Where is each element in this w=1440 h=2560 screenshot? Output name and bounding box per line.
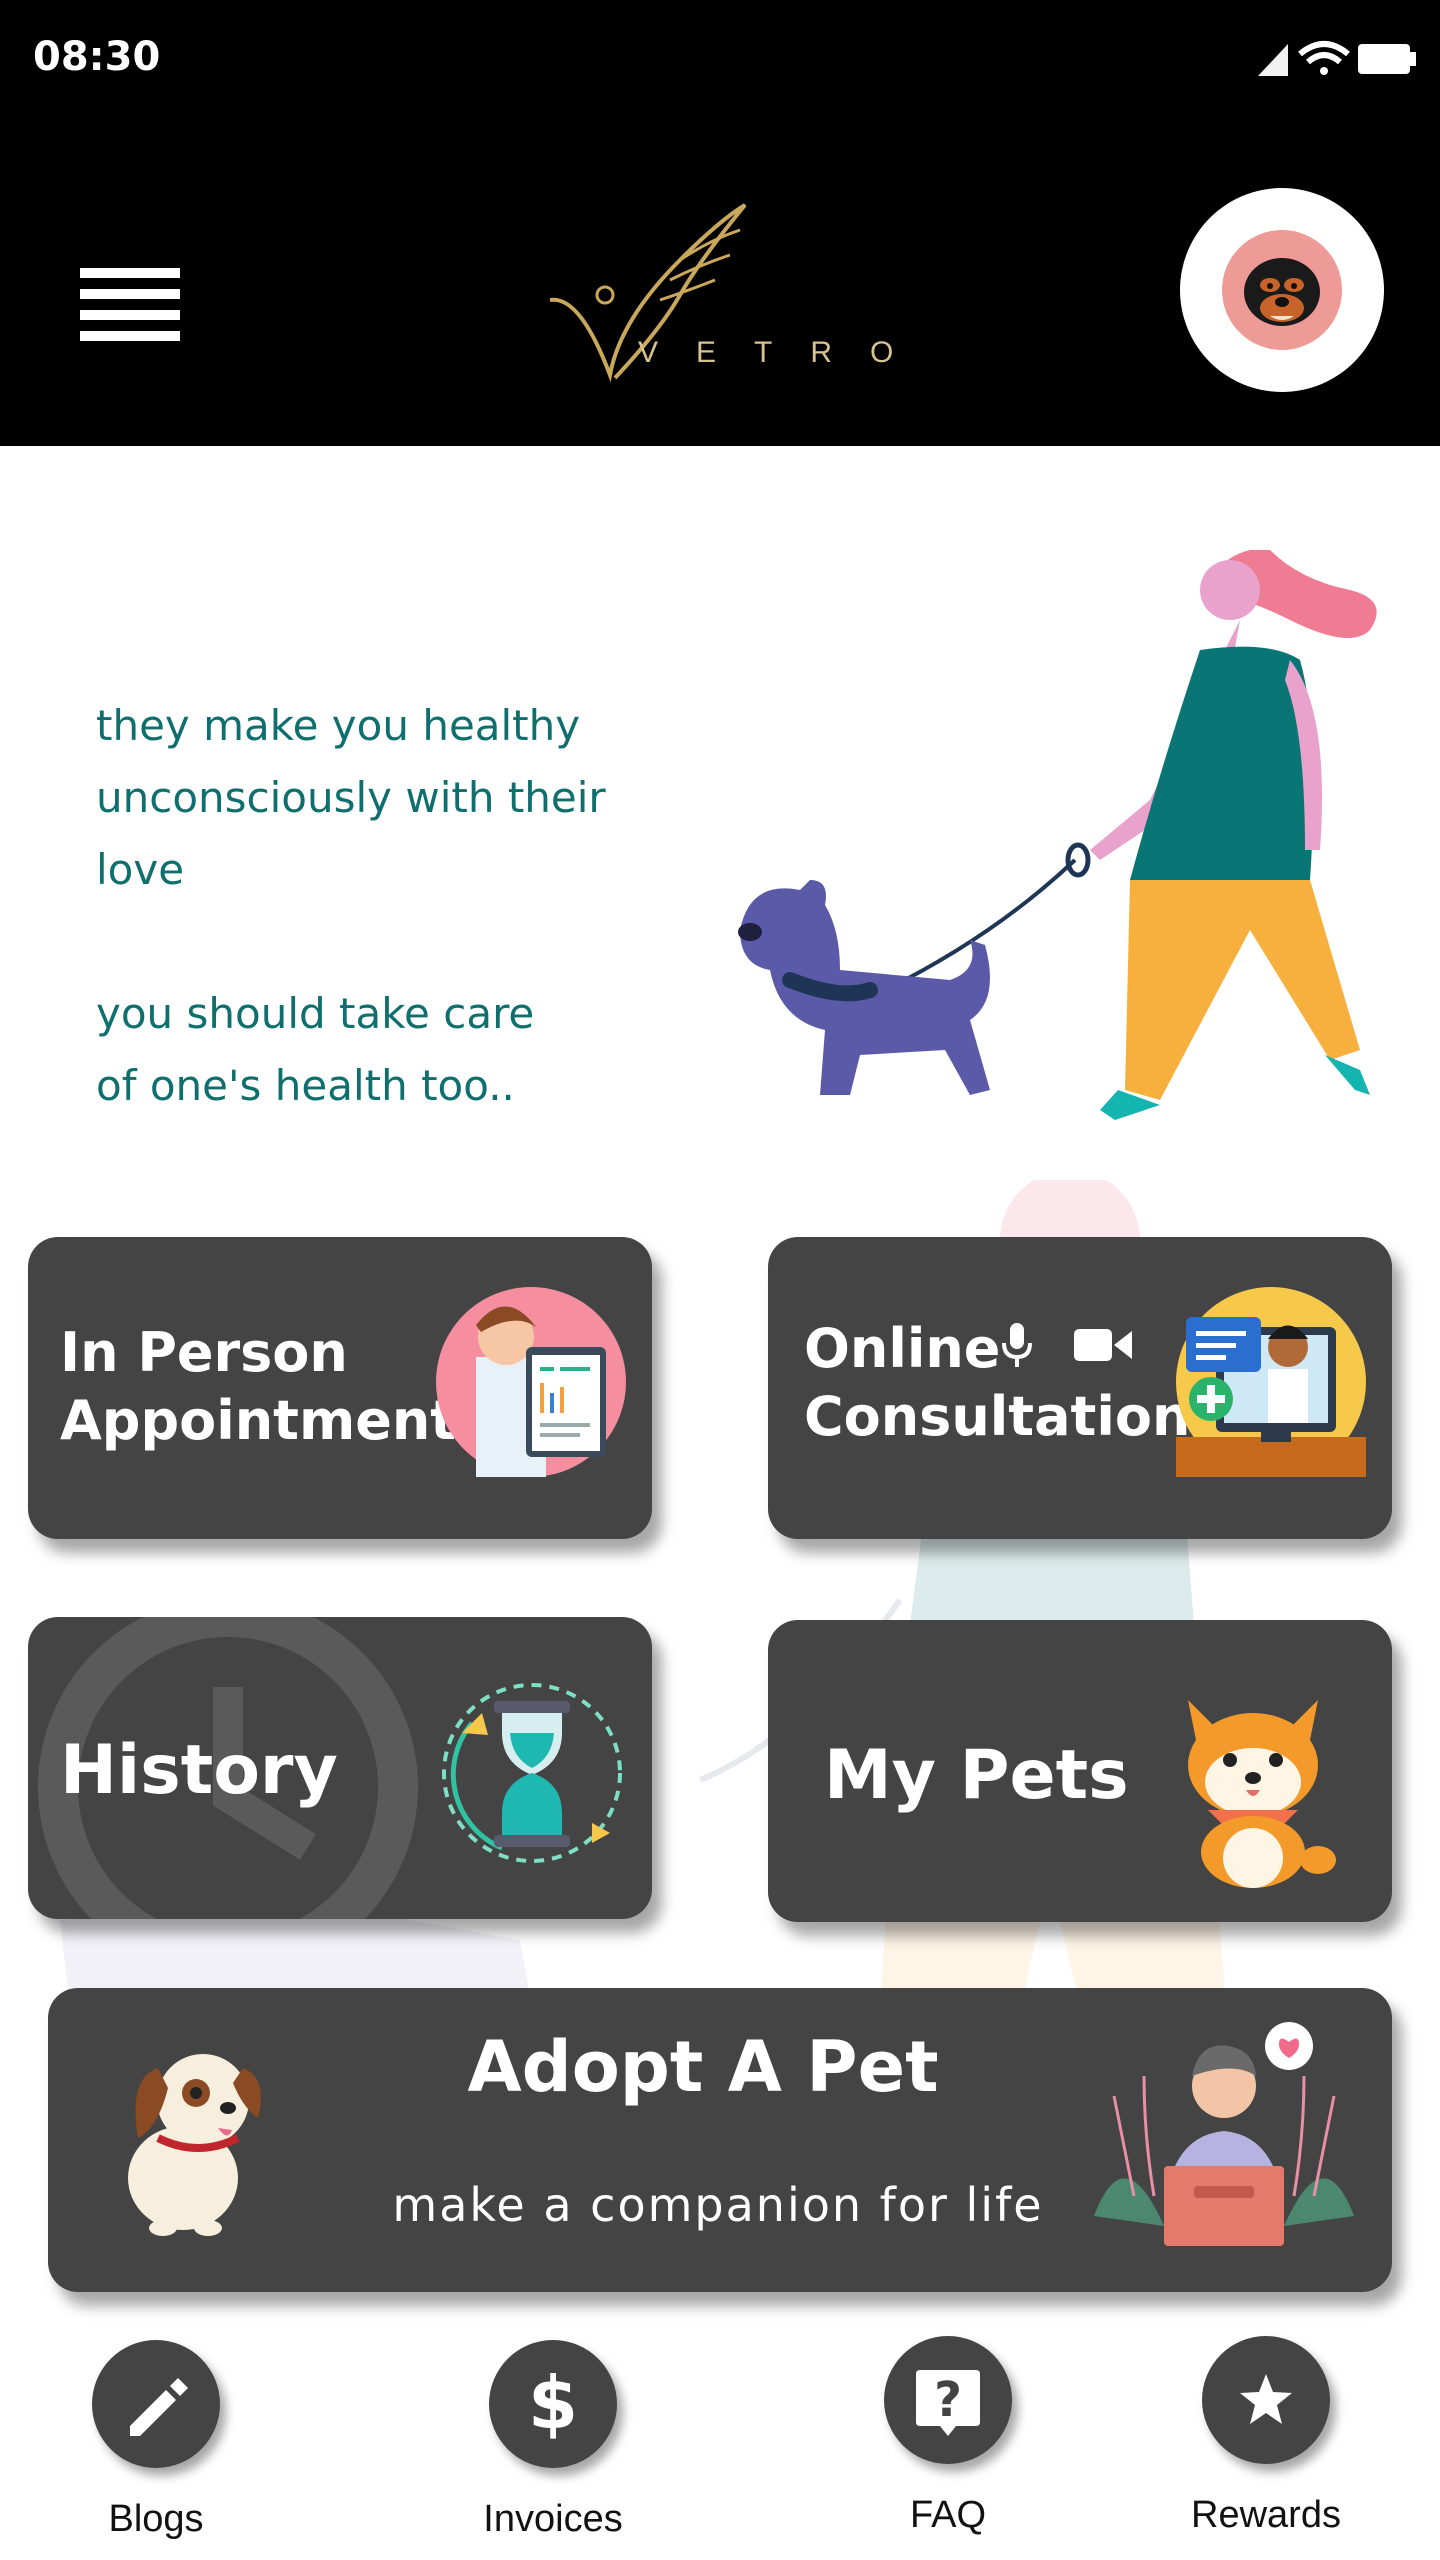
card-title-line: In Person	[60, 1321, 348, 1384]
doctor-clipboard-icon	[436, 1287, 626, 1477]
hourglass-icon	[442, 1683, 622, 1863]
adopt-a-pet-card[interactable]: Adopt A Pet make a companion for life	[48, 1988, 1392, 2292]
pencil-icon	[130, 2378, 188, 2436]
status-bar: 08:30	[0, 0, 1440, 112]
menu-icon-bar	[80, 310, 180, 320]
card-title: History	[60, 1731, 338, 1810]
card-title: In Person Appointment	[60, 1319, 456, 1455]
menu-icon-bar	[80, 289, 180, 299]
hero-line: you should take care	[96, 989, 535, 1038]
avatar	[1222, 230, 1342, 350]
nav-rewards[interactable]: Rewards	[1156, 2336, 1376, 2556]
nav-button[interactable]	[92, 2340, 220, 2468]
nav-faq[interactable]: ? FAQ	[838, 2336, 1058, 2556]
hero-line: of one's health too..	[96, 1061, 515, 1110]
profile-avatar-button[interactable]	[1180, 188, 1384, 392]
dollar-icon: $	[528, 2361, 578, 2445]
nav-label: FAQ	[909, 2494, 987, 2536]
puppy-icon	[128, 2054, 261, 2236]
card-title-line: Consultation	[804, 1385, 1191, 1448]
nav-button[interactable]: $	[489, 2340, 617, 2468]
microphone-icon	[1002, 1323, 1032, 1367]
nav-invoices[interactable]: $ Invoices	[443, 2340, 663, 2560]
menu-button[interactable]	[80, 268, 180, 346]
status-icons	[1258, 41, 1416, 76]
online-label: Online	[804, 1317, 1001, 1380]
menu-icon-bar	[80, 268, 180, 278]
battery-icon	[1358, 44, 1416, 74]
signal-icon	[1258, 44, 1288, 76]
nav-button[interactable]: ?	[884, 2336, 1012, 2464]
nav-label: Invoices	[483, 2498, 623, 2540]
online-consultation-card[interactable]: Online Consultation	[768, 1237, 1392, 1539]
hero-quote: they make you healthy unconsciously with…	[96, 690, 696, 1122]
question-icon: ?	[916, 2370, 980, 2436]
card-title-line: Appointment	[60, 1389, 457, 1452]
nav-button[interactable]	[1202, 2336, 1330, 2464]
in-person-appointment-card[interactable]: In Person Appointment	[28, 1237, 652, 1539]
status-time: 08:30	[33, 34, 161, 80]
person-with-box-icon	[1094, 2022, 1354, 2246]
card-title: My Pets	[824, 1736, 1129, 1815]
doctor-video-call-icon	[1176, 1287, 1366, 1477]
hero-line: they make you healthy	[96, 701, 581, 750]
svg-text:$: $	[528, 2361, 578, 2445]
woman-walking-dog-illustration	[738, 550, 1377, 1120]
history-card[interactable]: History	[28, 1617, 652, 1919]
wifi-icon	[1298, 41, 1350, 75]
logo-text: VETRO	[638, 336, 932, 369]
nav-label: Blogs	[108, 2498, 204, 2540]
shiba-dog-icon	[1188, 1700, 1336, 1888]
dog-face-icon	[1244, 258, 1320, 326]
my-pets-card[interactable]: My Pets	[768, 1620, 1392, 1922]
nav-blogs[interactable]: Blogs	[46, 2340, 266, 2560]
hero-line: unconsciously with their love	[96, 773, 606, 894]
menu-icon-bar	[80, 331, 180, 341]
card-title-line: Online	[804, 1315, 1190, 1383]
card-title: Online Consultation	[804, 1315, 1190, 1451]
video-camera-icon	[1074, 1329, 1132, 1361]
svg-text:?: ?	[934, 2372, 962, 2428]
nav-label: Rewards	[1191, 2494, 1341, 2536]
star-icon	[1240, 2374, 1292, 2424]
